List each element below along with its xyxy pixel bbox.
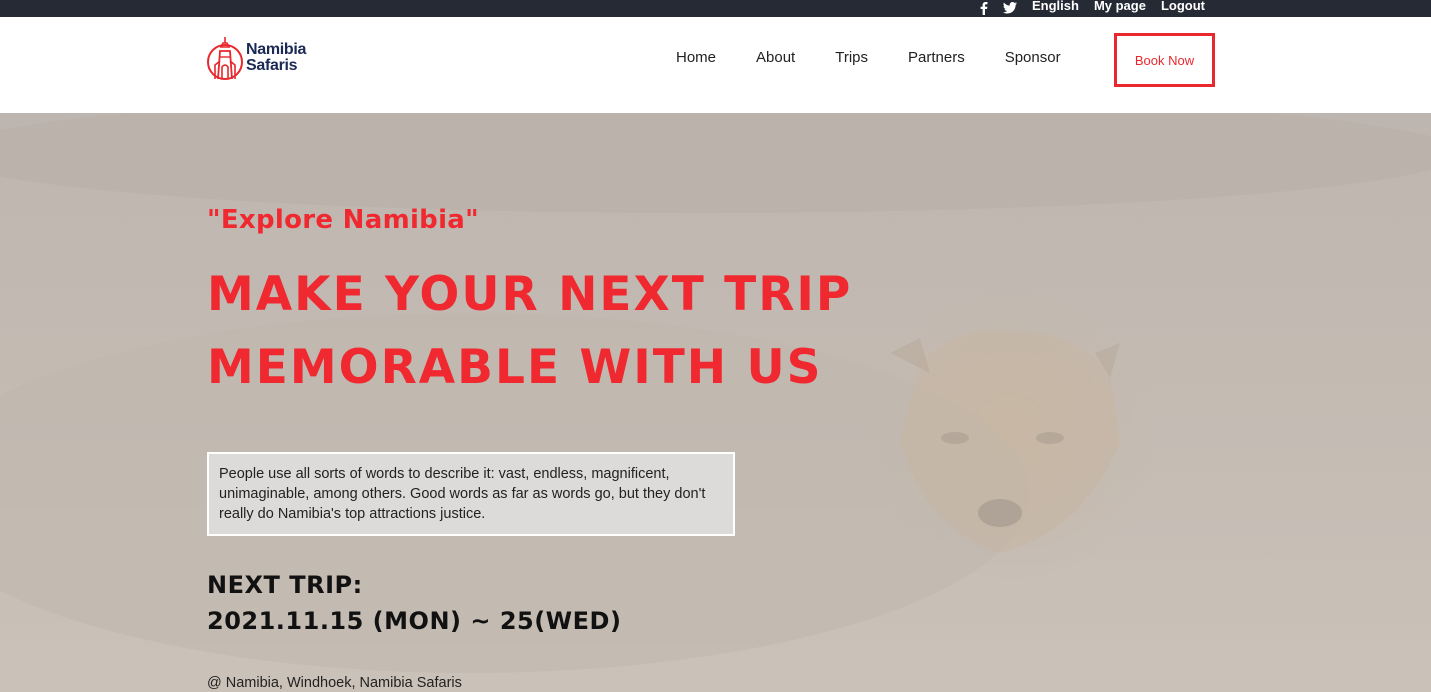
nav-about[interactable]: About bbox=[756, 49, 795, 66]
hero-title-line-2: MEMORABLE WITH US bbox=[207, 340, 823, 395]
next-trip-label: NEXT TRIP: bbox=[207, 571, 363, 599]
nav-home[interactable]: Home bbox=[676, 49, 716, 66]
nav-partners[interactable]: Partners bbox=[908, 49, 965, 66]
hero-title: MAKE YOUR NEXT TRIP MEMORABLE WITH US bbox=[207, 258, 852, 404]
hero-tagline: "Explore Namibia" bbox=[207, 205, 479, 235]
logo-text: Namibia Safaris bbox=[246, 42, 306, 74]
logo-line-2: Safaris bbox=[246, 57, 298, 74]
book-now-button[interactable]: Book Now bbox=[1114, 33, 1215, 87]
logout-link[interactable]: Logout bbox=[1161, 0, 1205, 12]
hero-description: People use all sorts of words to describ… bbox=[207, 452, 735, 536]
site-header: Namibia Safaris Home About Trips Partner… bbox=[0, 17, 1431, 113]
logo[interactable]: Namibia Safaris bbox=[206, 35, 306, 81]
facebook-icon[interactable] bbox=[980, 1, 988, 16]
next-trip-date: 2021.11.15 (MON) ~ 25(WED) bbox=[207, 607, 622, 635]
twitter-icon[interactable] bbox=[1002, 1, 1017, 16]
top-bar: English My page Logout bbox=[0, 0, 1431, 17]
top-bar-links: English My page Logout bbox=[980, 0, 1205, 17]
logo-line-1: Namibia bbox=[246, 41, 307, 58]
trip-location: @ Namibia, Windhoek, Namibia Safaris bbox=[207, 675, 462, 691]
hero-section: "Explore Namibia" MAKE YOUR NEXT TRIP ME… bbox=[0, 113, 1431, 692]
nav-trips[interactable]: Trips bbox=[835, 49, 868, 66]
logo-tower-icon bbox=[207, 37, 243, 80]
hero-title-line-1: MAKE YOUR NEXT TRIP bbox=[207, 267, 853, 322]
language-link[interactable]: English bbox=[1032, 0, 1079, 12]
my-page-link[interactable]: My page bbox=[1094, 0, 1146, 12]
nav-sponsor[interactable]: Sponsor bbox=[1005, 49, 1061, 66]
main-nav: Home About Trips Partners Sponsor bbox=[676, 49, 1101, 66]
